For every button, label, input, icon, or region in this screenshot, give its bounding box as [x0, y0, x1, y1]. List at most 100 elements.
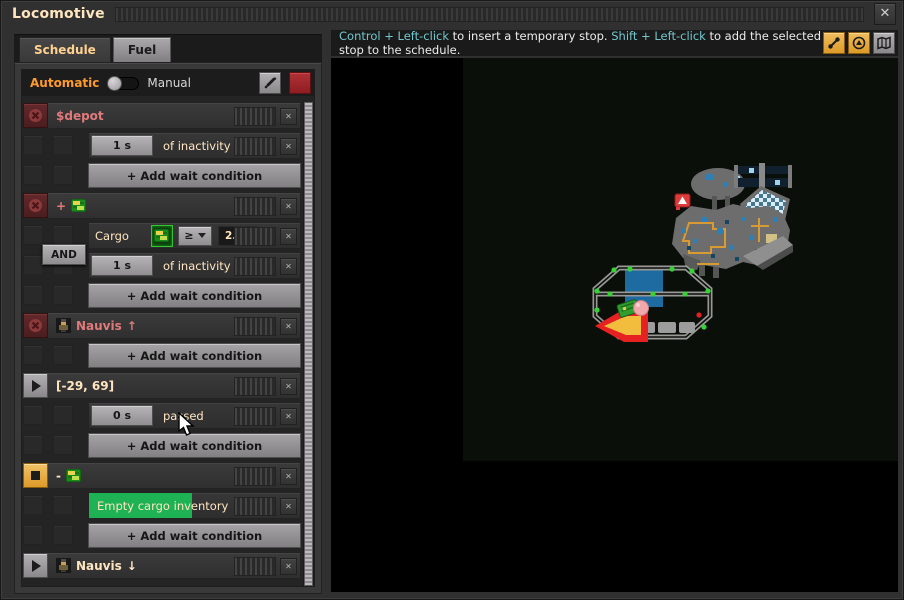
rail-loop — [594, 266, 710, 342]
wait-condition-row: 1 s of inactivity ✕ — [22, 132, 301, 159]
remove-condition-button[interactable]: ✕ — [280, 408, 297, 425]
toggle-knob — [107, 76, 122, 91]
scrollbar-thumb[interactable] — [304, 102, 313, 586]
circuit-signal-icon — [71, 199, 86, 212]
condition-text: of inactivity — [163, 259, 231, 273]
automatic-manual-toggle[interactable] — [107, 77, 139, 90]
tab-fuel[interactable]: Fuel — [113, 37, 171, 62]
remove-condition-button[interactable]: ✕ — [280, 258, 297, 275]
no-path-icon — [27, 197, 44, 214]
add-wait-condition-button[interactable]: + Add wait condition — [88, 163, 301, 188]
stop-row: $depot ✕ — [22, 102, 301, 129]
drag-handle[interactable] — [234, 557, 276, 576]
drag-handle[interactable] — [234, 467, 276, 486]
stop-name[interactable]: Nauvis ↑ — [56, 318, 137, 333]
train-color-button[interactable] — [289, 72, 311, 94]
drag-handle[interactable] — [234, 227, 276, 246]
remove-condition-button[interactable]: ✕ — [280, 228, 297, 245]
condition-slot — [53, 405, 73, 425]
close-icon: ✕ — [880, 6, 891, 21]
drag-handle[interactable] — [234, 257, 276, 276]
map-marker-icon — [675, 194, 690, 210]
remove-stop-button[interactable]: ✕ — [280, 108, 297, 125]
condition-slot — [53, 285, 73, 305]
go-to-stop-button[interactable] — [23, 373, 48, 398]
mode-bar: Automatic Manual — [22, 70, 314, 96]
ctrl-click-hint: Control + Left-click — [339, 29, 449, 43]
map-toolbar — [823, 32, 895, 54]
comparator-dropdown[interactable]: ≥ — [178, 226, 212, 246]
remove-stop-button[interactable]: ✕ — [280, 378, 297, 395]
stop-name[interactable]: - — [56, 469, 81, 483]
time-value-button[interactable]: 0 s — [91, 405, 153, 426]
drag-handle[interactable] — [234, 407, 276, 426]
title-bar: Locomotive ✕ — [0, 0, 904, 28]
condition-text: Empty cargo inventory — [97, 499, 228, 513]
stop-row: + ✕ — [22, 192, 301, 219]
drag-handle[interactable] — [234, 377, 276, 396]
drag-handle-stripes[interactable] — [115, 7, 864, 22]
stop-name[interactable]: Nauvis ↓ — [56, 558, 137, 573]
rename-button[interactable] — [259, 72, 281, 94]
circuit-signal-icon — [154, 229, 169, 242]
wait-condition-row: Empty cargo inventory ✕ — [22, 492, 301, 519]
add-wait-condition-button[interactable]: + Add wait condition — [88, 343, 301, 368]
remove-condition-button[interactable]: ✕ — [280, 138, 297, 155]
remove-stop-button[interactable]: ✕ — [280, 558, 297, 575]
open-in-map-button[interactable] — [873, 32, 895, 54]
drag-handle[interactable] — [234, 107, 276, 126]
close-button[interactable]: ✕ — [874, 3, 896, 25]
condition-slot — [23, 495, 43, 515]
pen-icon — [263, 76, 277, 90]
stop-row: Nauvis ↑ ✕ — [22, 312, 301, 339]
wait-condition: 1 s of inactivity ✕ — [88, 132, 301, 159]
condition-slot — [23, 135, 43, 155]
play-icon — [32, 380, 41, 392]
go-to-stop-button[interactable] — [23, 553, 48, 578]
add-wait-condition-button[interactable]: + Add wait condition — [88, 523, 301, 548]
wait-condition: 1 s of inactivity ✕ — [88, 252, 301, 279]
add-wait-condition-button[interactable]: + Add wait condition — [88, 283, 301, 308]
play-icon — [32, 560, 41, 572]
condition-label: Cargo — [95, 229, 129, 243]
map-graphics — [331, 58, 898, 592]
train-stop-icon — [852, 36, 866, 50]
time-value-button[interactable]: 1 s — [91, 135, 153, 156]
remove-stop-button[interactable]: ✕ — [280, 318, 297, 335]
stop-name[interactable]: $depot — [56, 109, 104, 123]
minimap[interactable] — [331, 58, 898, 592]
map-hint-bar: Control + Left-click to insert a tempora… — [331, 30, 898, 56]
signal-select-button[interactable] — [151, 225, 173, 247]
no-path-icon — [27, 107, 44, 124]
current-stop-button[interactable] — [23, 463, 48, 488]
remove-condition-button[interactable]: ✕ — [280, 498, 297, 515]
time-value-button[interactable]: 1 s — [91, 255, 153, 276]
rail-signal-red — [696, 312, 701, 317]
rail-signal-visibility-button[interactable] — [823, 32, 845, 54]
automatic-label: Automatic — [30, 76, 99, 90]
wait-condition-row: 0 s passed ✕ — [22, 402, 301, 429]
tab-schedule[interactable]: Schedule — [19, 37, 111, 62]
drag-handle[interactable] — [234, 317, 276, 336]
schedule-panel-body: Automatic Manual — [14, 62, 322, 594]
shift-click-hint: Shift + Left-click — [611, 29, 706, 43]
no-path-button[interactable] — [23, 193, 48, 218]
stop-name[interactable]: + — [56, 199, 86, 213]
drag-handle[interactable] — [234, 497, 276, 516]
and-or-toggle-button[interactable]: AND — [42, 244, 86, 265]
remove-stop-button[interactable]: ✕ — [280, 198, 297, 215]
schedule-list: $depot ✕ 1 s of inactivity ✕ — [22, 102, 301, 586]
add-wait-condition-button[interactable]: + Add wait condition — [88, 433, 301, 458]
condition-slot — [53, 135, 73, 155]
drag-handle[interactable] — [234, 197, 276, 216]
condition-slot — [53, 225, 73, 245]
stop-name[interactable]: [-29, 69] — [56, 379, 114, 393]
remove-stop-button[interactable]: ✕ — [280, 468, 297, 485]
tab-strip: Schedule Fuel — [14, 34, 322, 62]
add-wait-row: + Add wait condition — [22, 282, 301, 309]
no-path-button[interactable] — [23, 313, 48, 338]
add-wait-row: + Add wait condition — [22, 162, 301, 189]
no-path-button[interactable] — [23, 103, 48, 128]
drag-handle[interactable] — [234, 137, 276, 156]
train-stop-visibility-button[interactable] — [848, 32, 870, 54]
